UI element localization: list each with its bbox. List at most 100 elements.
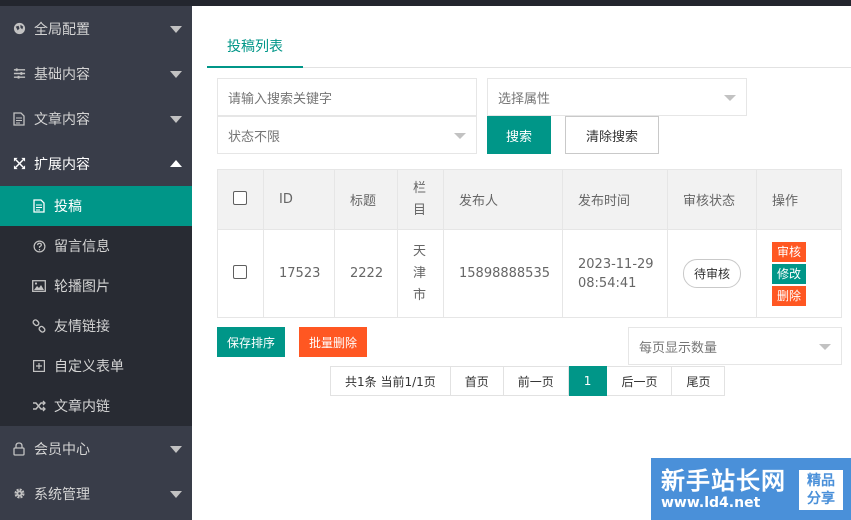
chevron-down-icon bbox=[170, 445, 182, 453]
cell-publish-date: 2023-11-29 bbox=[578, 256, 654, 272]
sidebar-subitem-carousel[interactable]: 轮播图片 bbox=[0, 266, 192, 306]
caret-down-icon bbox=[724, 95, 736, 101]
header-category: 栏目 bbox=[397, 169, 444, 230]
select-all-checkbox[interactable] bbox=[233, 190, 247, 205]
chevron-down-icon bbox=[170, 25, 182, 33]
delete-button[interactable]: 删除 bbox=[772, 285, 806, 306]
sidebar-subitem-links[interactable]: 友情链接 bbox=[0, 306, 192, 346]
chevron-up-icon bbox=[170, 159, 182, 167]
sidebar-item-label: 系统管理 bbox=[34, 486, 90, 503]
watermark-badge-line2: 分享 bbox=[807, 491, 835, 507]
watermark-banner: 新手站长网 www.ld4.net 精品 分享 bbox=[651, 458, 851, 520]
pagination-current-page[interactable]: 1 bbox=[568, 366, 608, 396]
sidebar-subitem-internal-links[interactable]: 文章内链 bbox=[0, 386, 192, 426]
per-page-select-value: 每页显示数量 bbox=[639, 340, 718, 356]
status-badge[interactable]: 待审核 bbox=[683, 259, 742, 288]
header-title: 标题 bbox=[334, 169, 398, 230]
question-icon bbox=[32, 239, 46, 253]
row-checkbox-cell bbox=[217, 229, 264, 318]
sidebar-subitem-messages[interactable]: 留言信息 bbox=[0, 226, 192, 266]
lock-icon bbox=[12, 441, 26, 456]
sidebar-submenu: 投稿 留言信息 轮播图片 友情链接 自定义表单 文章内链 bbox=[0, 186, 192, 426]
clear-search-button[interactable]: 清除搜索 bbox=[565, 116, 659, 154]
cell-id: 17523 bbox=[263, 229, 335, 318]
cell-category-value: 天津市 bbox=[413, 243, 427, 303]
cell-review-status: 待审核 bbox=[667, 229, 757, 318]
table-header-row: ID 标题 栏目 发布人 发布时间 审核状态 操作 bbox=[217, 169, 842, 230]
sidebar-subitem-label: 投稿 bbox=[54, 199, 82, 215]
sidebar-item-member-center[interactable]: 会员中心 bbox=[0, 426, 192, 471]
globe-icon bbox=[12, 22, 26, 36]
header-id: ID bbox=[263, 169, 335, 230]
caret-down-icon bbox=[454, 133, 466, 139]
header-checkbox-cell bbox=[217, 169, 264, 230]
attribute-select-value: 选择属性 bbox=[498, 91, 551, 107]
pagination-prev[interactable]: 前一页 bbox=[503, 366, 569, 396]
cell-publish-clock: 08:54:41 bbox=[578, 275, 637, 291]
header-actions: 操作 bbox=[756, 169, 842, 230]
cell-publisher: 15898888535 bbox=[443, 229, 563, 318]
pagination-summary: 共1条 当前1/1页 bbox=[330, 366, 451, 396]
expand-icon bbox=[12, 157, 26, 171]
table-row: 17523 2222 天津市 15898888535 2023-11-29 08… bbox=[217, 229, 842, 318]
watermark-text: 新手站长网 www.ld4.net bbox=[661, 467, 786, 511]
plus-square-icon bbox=[32, 359, 46, 373]
pagination: 共1条 当前1/1页 首页 前一页 1 后一页 尾页 bbox=[330, 366, 726, 396]
sidebar-subitem-label: 友情链接 bbox=[54, 319, 110, 335]
watermark-badge-line1: 精品 bbox=[807, 473, 835, 489]
row-checkbox[interactable] bbox=[233, 264, 247, 279]
header-category-label: 栏目 bbox=[413, 180, 427, 218]
header-publisher: 发布人 bbox=[443, 169, 563, 230]
sidebar-item-global-config[interactable]: 全局配置 bbox=[0, 6, 192, 51]
batch-delete-button[interactable]: 批量删除 bbox=[299, 327, 367, 357]
status-select[interactable]: 状态不限 bbox=[217, 116, 477, 154]
attribute-select[interactable]: 选择属性 bbox=[487, 78, 747, 116]
cell-actions: 审核 修改 删除 bbox=[756, 229, 842, 318]
sidebar-subitem-label: 文章内链 bbox=[54, 399, 110, 415]
search-button[interactable]: 搜索 bbox=[487, 116, 551, 154]
sliders-icon bbox=[12, 67, 26, 81]
chevron-down-icon bbox=[170, 70, 182, 78]
cell-title: 2222 bbox=[334, 229, 398, 318]
watermark-badge: 精品 分享 bbox=[799, 470, 843, 510]
link-icon bbox=[32, 319, 46, 333]
sidebar-item-system-management[interactable]: 系统管理 bbox=[0, 471, 192, 516]
sidebar-subitem-label: 轮播图片 bbox=[54, 279, 110, 295]
header-publish-time: 发布时间 bbox=[562, 169, 668, 230]
sidebar-subitem-submission[interactable]: 投稿 bbox=[0, 186, 192, 226]
status-select-value: 状态不限 bbox=[228, 129, 281, 145]
document-icon bbox=[12, 111, 26, 126]
sidebar-item-label: 会员中心 bbox=[34, 441, 90, 458]
sidebar-item-article-content[interactable]: 文章内容 bbox=[0, 96, 192, 141]
main-content: 投稿列表 请输入搜索关键字 选择属性 状态不限 搜索 清除搜索 ID 标题 栏目… bbox=[192, 6, 851, 520]
search-input[interactable]: 请输入搜索关键字 bbox=[217, 78, 477, 116]
sidebar-item-label: 基础内容 bbox=[34, 66, 90, 83]
save-order-button[interactable]: 保存排序 bbox=[217, 327, 285, 357]
gear-icon bbox=[12, 487, 26, 501]
per-page-select[interactable]: 每页显示数量 bbox=[628, 327, 842, 365]
document-icon bbox=[32, 199, 46, 213]
caret-down-icon bbox=[819, 344, 831, 350]
pagination-first[interactable]: 首页 bbox=[450, 366, 504, 396]
sidebar: 全局配置 基础内容 文章内容 扩展内容 投稿 留言信息 轮播图片 友情链接 自定… bbox=[0, 6, 192, 520]
pagination-last[interactable]: 尾页 bbox=[672, 366, 726, 396]
submission-table: ID 标题 栏目 发布人 发布时间 审核状态 操作 17523 2222 天津市… bbox=[217, 169, 842, 318]
shuffle-icon bbox=[32, 399, 46, 413]
sidebar-item-label: 文章内容 bbox=[34, 111, 90, 128]
cell-publish-time: 2023-11-29 08:54:41 bbox=[562, 229, 668, 318]
pagination-next[interactable]: 后一页 bbox=[607, 366, 673, 396]
review-button[interactable]: 审核 bbox=[772, 241, 806, 262]
chevron-down-icon bbox=[170, 490, 182, 498]
sidebar-item-label: 全局配置 bbox=[34, 21, 90, 38]
tab-bar: 投稿列表 bbox=[207, 32, 851, 68]
sidebar-item-basic-content[interactable]: 基础内容 bbox=[0, 51, 192, 96]
sidebar-item-label: 扩展内容 bbox=[34, 156, 90, 173]
cell-category: 天津市 bbox=[397, 229, 444, 318]
edit-button[interactable]: 修改 bbox=[772, 263, 806, 284]
tab-submission-list[interactable]: 投稿列表 bbox=[207, 32, 303, 68]
chevron-down-icon bbox=[170, 115, 182, 123]
sidebar-subitem-custom-form[interactable]: 自定义表单 bbox=[0, 346, 192, 386]
image-icon bbox=[32, 279, 46, 293]
sidebar-subitem-label: 留言信息 bbox=[54, 239, 110, 255]
sidebar-item-extended-content[interactable]: 扩展内容 bbox=[0, 141, 192, 186]
